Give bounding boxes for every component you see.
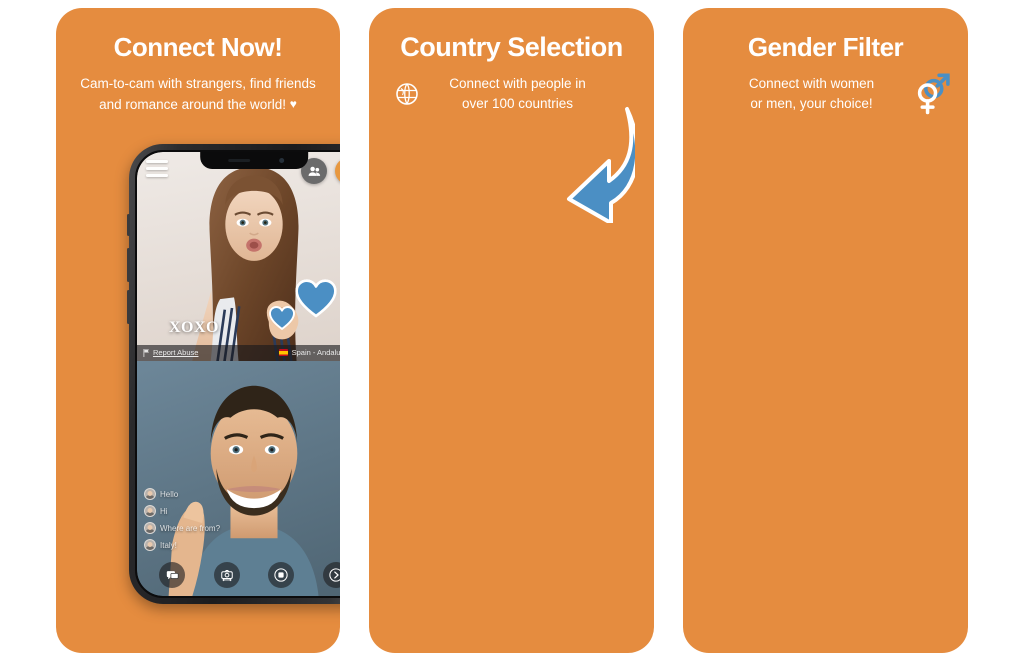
chat-message-text: Hello [160, 489, 179, 499]
curved-down-arrow-icon [567, 107, 635, 223]
screen-video-chat: XOXO Report Abuse Spain - Andalu Hello H… [137, 152, 340, 596]
male-female-symbol-icon [917, 73, 950, 115]
flip-camera-button[interactable] [213, 562, 240, 588]
chat-button[interactable] [159, 562, 186, 588]
stop-button[interactable] [268, 562, 295, 588]
list-item: Italy! [144, 539, 220, 551]
list-item: Hi [144, 505, 220, 517]
chat-message-list: Hello Hi Where are from? Italy! [144, 488, 220, 556]
location-indicator: Spain - Andalucia [278, 348, 340, 358]
panel-2-subtitle-line1: Connect with people in [449, 76, 586, 91]
avatar [144, 522, 156, 534]
chat-message-text: Italy! [160, 540, 177, 550]
next-button[interactable] [322, 562, 340, 588]
panel-1-subtitle-line2: and romance around the world! [99, 97, 286, 112]
heart-sticker-large [295, 279, 337, 318]
local-video-feed: Hello Hi Where are from? Italy! [137, 360, 340, 596]
chevron-right-icon [329, 568, 340, 582]
panel-1-title: Connect Now! [113, 32, 283, 62]
xoxo-sticker: XOXO [169, 318, 219, 336]
stop-square-icon [274, 568, 288, 582]
friends-icon [308, 166, 320, 176]
chat-message-text: Where are from? [160, 523, 221, 533]
hamburger-menu-icon [146, 160, 168, 163]
flip-camera-icon [221, 570, 233, 582]
panel-3-subtitle: Connect with women or men, your choice! [697, 74, 926, 114]
panel-connect-now: Connect Now! Cam-to-cam with strangers, … [56, 8, 340, 653]
panel-3-subtitle-line1: Connect with women [748, 76, 875, 91]
heart-sticker-small [269, 306, 295, 331]
panel-1-subtitle: Cam-to-cam with strangers, find friends … [68, 74, 328, 115]
avatar [144, 539, 156, 551]
chat-message-text: Hi [160, 506, 168, 516]
panel-2-title: Country Selection [400, 32, 623, 62]
video-controls-bar [137, 558, 340, 592]
spain-flag-icon [278, 349, 288, 357]
panel-country-selection: Country Selection Connect with people in… [369, 8, 654, 653]
report-abuse-bar: Report Abuse Spain - Andalucia [137, 344, 340, 361]
panel-gender-filter: Gender Filter Connect with women or men,… [683, 8, 968, 653]
report-flag-icon [143, 348, 149, 357]
chat-bubble-icon [166, 570, 179, 579]
panel-3-title: Gender Filter [747, 32, 904, 62]
list-item: Hello [144, 488, 220, 500]
phone-mockup-1: XOXO Report Abuse Spain - Andalu Hello H… [127, 144, 340, 604]
panel-1-subtitle-line1: Cam-to-cam with strangers, find friends [80, 76, 316, 91]
avatar [144, 505, 156, 517]
report-abuse-button[interactable]: Report Abuse [137, 348, 198, 357]
list-item: Where are from? [144, 522, 220, 534]
panel-3-subtitle-line2: or men, your choice! [750, 96, 873, 111]
menu-button[interactable] [146, 160, 168, 181]
avatar [144, 488, 156, 500]
heart-icon: ♥ [289, 97, 297, 111]
location-label: Spain - Andalucia [291, 348, 340, 358]
report-abuse-label: Report Abuse [153, 348, 199, 358]
remote-video-feed: XOXO Report Abuse Spain - Andalu [137, 152, 340, 361]
phone-notch [200, 152, 308, 169]
app-store-screenshot-gallery: Connect Now! Cam-to-cam with strangers, … [0, 0, 1024, 661]
add-button[interactable] [335, 158, 340, 184]
